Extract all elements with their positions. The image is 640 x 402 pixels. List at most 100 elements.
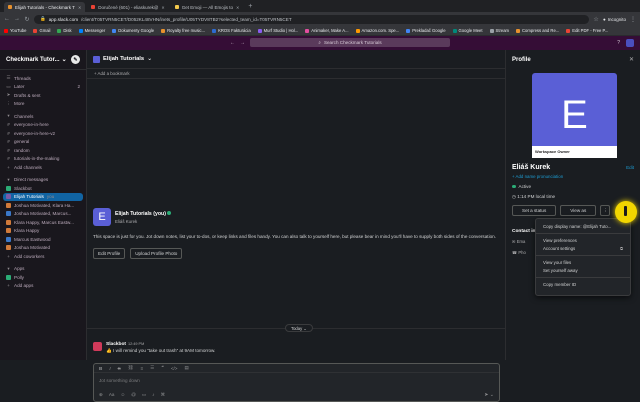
sidebar-item-app[interactable]: Polly <box>0 273 86 282</box>
bookmark-item[interactable]: Gmail <box>33 28 50 33</box>
add-coworkers-button[interactable]: + Add coworkers <box>0 252 86 261</box>
help-icon[interactable]: ? <box>617 40 620 46</box>
bookmark-item[interactable]: Compress and Re... <box>516 28 559 33</box>
sidebar-item-dm[interactable]: Marcus Eastwood <box>0 235 86 244</box>
bookmark-item[interactable]: Dokumenty Google <box>112 28 154 33</box>
sidebar-item-dm[interactable]: Slackbot <box>0 184 86 193</box>
close-icon[interactable]: ✕ <box>78 5 81 10</box>
back-icon[interactable]: ← <box>4 16 10 22</box>
close-icon[interactable]: ✕ <box>236 5 239 10</box>
sidebar-item-channel[interactable]: # general <box>0 138 86 147</box>
apps-section-header[interactable]: ▾ Apps <box>0 265 86 274</box>
forward-icon[interactable]: → <box>14 16 20 22</box>
emoji-icon[interactable]: ☺ <box>120 392 125 398</box>
star-icon[interactable]: ☆ <box>593 16 599 23</box>
quote-icon[interactable]: ❝ <box>161 365 163 371</box>
channels-section-header[interactable]: ▾ Channels <box>0 112 86 121</box>
search-input[interactable]: ⌕ Search Checkmark Tutorials <box>250 38 450 47</box>
edit-profile-button[interactable]: Edit Profile <box>93 247 126 259</box>
sidebar-item-later[interactable]: ▭ Later 2 <box>0 83 86 92</box>
browser-tab[interactable]: Elijah Tutorials - Checkmark T ✕ <box>4 2 86 12</box>
menu-item-set-away[interactable]: Set yourself away <box>536 266 630 274</box>
sidebar-item-dm[interactable]: Klara Happy <box>0 227 86 236</box>
video-icon[interactable]: ▭ <box>142 392 146 398</box>
sidebar-item-dm[interactable]: Klara Happy, Marcus Eastw... <box>0 218 86 227</box>
sidebar-item-more[interactable]: ⋮ More <box>0 100 86 109</box>
microphone-icon[interactable]: ♪ <box>152 392 154 398</box>
bookmark-item[interactable]: YouTube <box>4 28 26 33</box>
sidebar-item-dm[interactable]: Joshua Motivated <box>0 244 86 253</box>
compose-button[interactable]: ✎ <box>71 55 80 64</box>
add-channels-button[interactable]: + Add channels <box>0 163 86 172</box>
sidebar-item-channel[interactable]: # everyone-in-here <box>0 121 86 130</box>
add-pronunciation-link[interactable]: + Add name pronunciation <box>512 174 563 179</box>
bookmark-item[interactable]: Google Meet <box>452 28 483 33</box>
italic-icon[interactable]: I <box>109 366 110 371</box>
send-button[interactable]: ➤ ⌄ <box>484 392 494 398</box>
set-status-button[interactable]: Set a status <box>512 205 557 216</box>
mention-icon[interactable]: @ <box>131 392 136 398</box>
bold-icon[interactable]: B <box>99 366 102 371</box>
browser-tab[interactable]: Doručené (601) - eliaskurek@ ✕ <box>87 2 168 12</box>
bookmark-item[interactable]: KROS Fakturácia <box>212 28 251 33</box>
date-pill[interactable]: Today ⌄ <box>285 324 313 332</box>
contact-email[interactable]: ✉ Ema <box>512 239 525 244</box>
bookmark-item[interactable]: Edit PDF - Free P... <box>566 28 608 33</box>
bookmark-item[interactable]: Murf Studio | Hol... <box>257 28 298 33</box>
link-icon[interactable]: ⛓ <box>128 365 134 371</box>
history-forward-icon[interactable]: → <box>240 40 245 46</box>
sidebar-item-dm[interactable]: Joshua Motivated, Klara Ha... <box>0 201 86 210</box>
message[interactable]: Slackbot 12:49 PM 👍 I will remind you “ta… <box>93 342 215 354</box>
channel-header[interactable]: Elijah Tutorials ⌄ <box>87 50 505 69</box>
text-format-icon[interactable]: Aa <box>109 392 115 398</box>
bookmark-item[interactable]: Stream <box>489 28 509 33</box>
history-back-icon[interactable]: ← <box>230 40 235 46</box>
add-bookmark-button[interactable]: + Add a bookmark <box>87 69 505 79</box>
sidebar-item-channel[interactable]: # random <box>0 146 86 155</box>
menu-item-copy-display-name[interactable]: Copy display name: @Elijah Tuto... <box>536 222 630 230</box>
menu-icon[interactable]: ⋮ <box>630 16 636 23</box>
bookmark-item[interactable]: Messenger <box>78 28 105 33</box>
bookmark-item[interactable]: Animaker, Make A... <box>305 28 349 33</box>
code-icon[interactable]: </> <box>171 366 178 371</box>
edit-profile-link[interactable]: Edit <box>626 165 634 170</box>
sidebar-item-channel[interactable]: # tutorials-in-the-making <box>0 155 86 164</box>
menu-item-copy-member-id[interactable]: Copy member ID <box>536 280 630 288</box>
new-tab-button[interactable]: + <box>248 3 252 10</box>
bookmark-item[interactable]: Amazon.com. Spe... <box>355 28 399 33</box>
strikethrough-icon[interactable]: S <box>118 366 121 371</box>
sidebar-item-channel[interactable]: # everyone-in-here-v2 <box>0 129 86 138</box>
menu-item-account-settings[interactable]: Account settings ⧉ <box>536 244 630 252</box>
sidebar-item-dm[interactable]: Joshua Motivated, Marcus... <box>0 210 86 219</box>
view-as-button[interactable]: View as <box>560 205 597 216</box>
user-avatar[interactable] <box>626 39 634 47</box>
close-icon[interactable]: ✕ <box>629 56 634 63</box>
contact-phone[interactable]: ☎ Pho <box>512 250 526 255</box>
composer-input[interactable]: Jot something down <box>94 373 499 388</box>
url-input[interactable]: 🔒 app.slack.com/client/T05TVRN5CET/D052K… <box>34 14 590 24</box>
message-time[interactable]: 12:49 PM <box>128 342 144 346</box>
dm-section-header[interactable]: ▾ Direct messages <box>0 176 86 185</box>
sidebar-item-dm[interactable]: Elijah Tutorials you <box>3 192 83 201</box>
menu-item-view-files[interactable]: View your files <box>536 258 630 266</box>
message-author[interactable]: Slackbot <box>106 342 126 347</box>
reload-icon[interactable]: ↻ <box>24 16 30 23</box>
workspace-header[interactable]: Checkmark Tutor... ⌄ ✎ <box>0 50 86 70</box>
ordered-list-icon[interactable]: ≡ <box>141 366 144 371</box>
more-options-button[interactable]: ⋮ <box>600 205 611 216</box>
bullet-list-icon[interactable]: ☰ <box>150 365 154 371</box>
incognito-indicator[interactable]: ● Incognito <box>603 17 626 22</box>
upload-photo-button[interactable]: Upload Profile Photo <box>130 247 183 259</box>
bookmark-item[interactable]: Royalty free music... <box>161 28 205 33</box>
sidebar-item-threads[interactable]: ☰ Threads <box>0 74 86 83</box>
add-apps-button[interactable]: + Add apps <box>0 282 86 291</box>
browser-tab[interactable]: Get Emoji — All Emojis to ✕ <box>171 2 244 12</box>
bookmark-item[interactable]: Prekladač Google <box>406 28 446 33</box>
message-composer[interactable]: B I S ⛓ ≡ ☰ ❝ </> ▤ Jot something down ⊕… <box>93 363 500 402</box>
sidebar-item-drafts[interactable]: ➤ Drafts & sent <box>0 91 86 100</box>
plus-icon[interactable]: ⊕ <box>99 392 103 398</box>
code-block-icon[interactable]: ▤ <box>184 365 188 371</box>
menu-item-view-preferences[interactable]: View preferences <box>536 236 630 244</box>
close-icon[interactable]: ✕ <box>161 5 164 10</box>
bookmark-item[interactable]: Disk <box>57 28 72 33</box>
